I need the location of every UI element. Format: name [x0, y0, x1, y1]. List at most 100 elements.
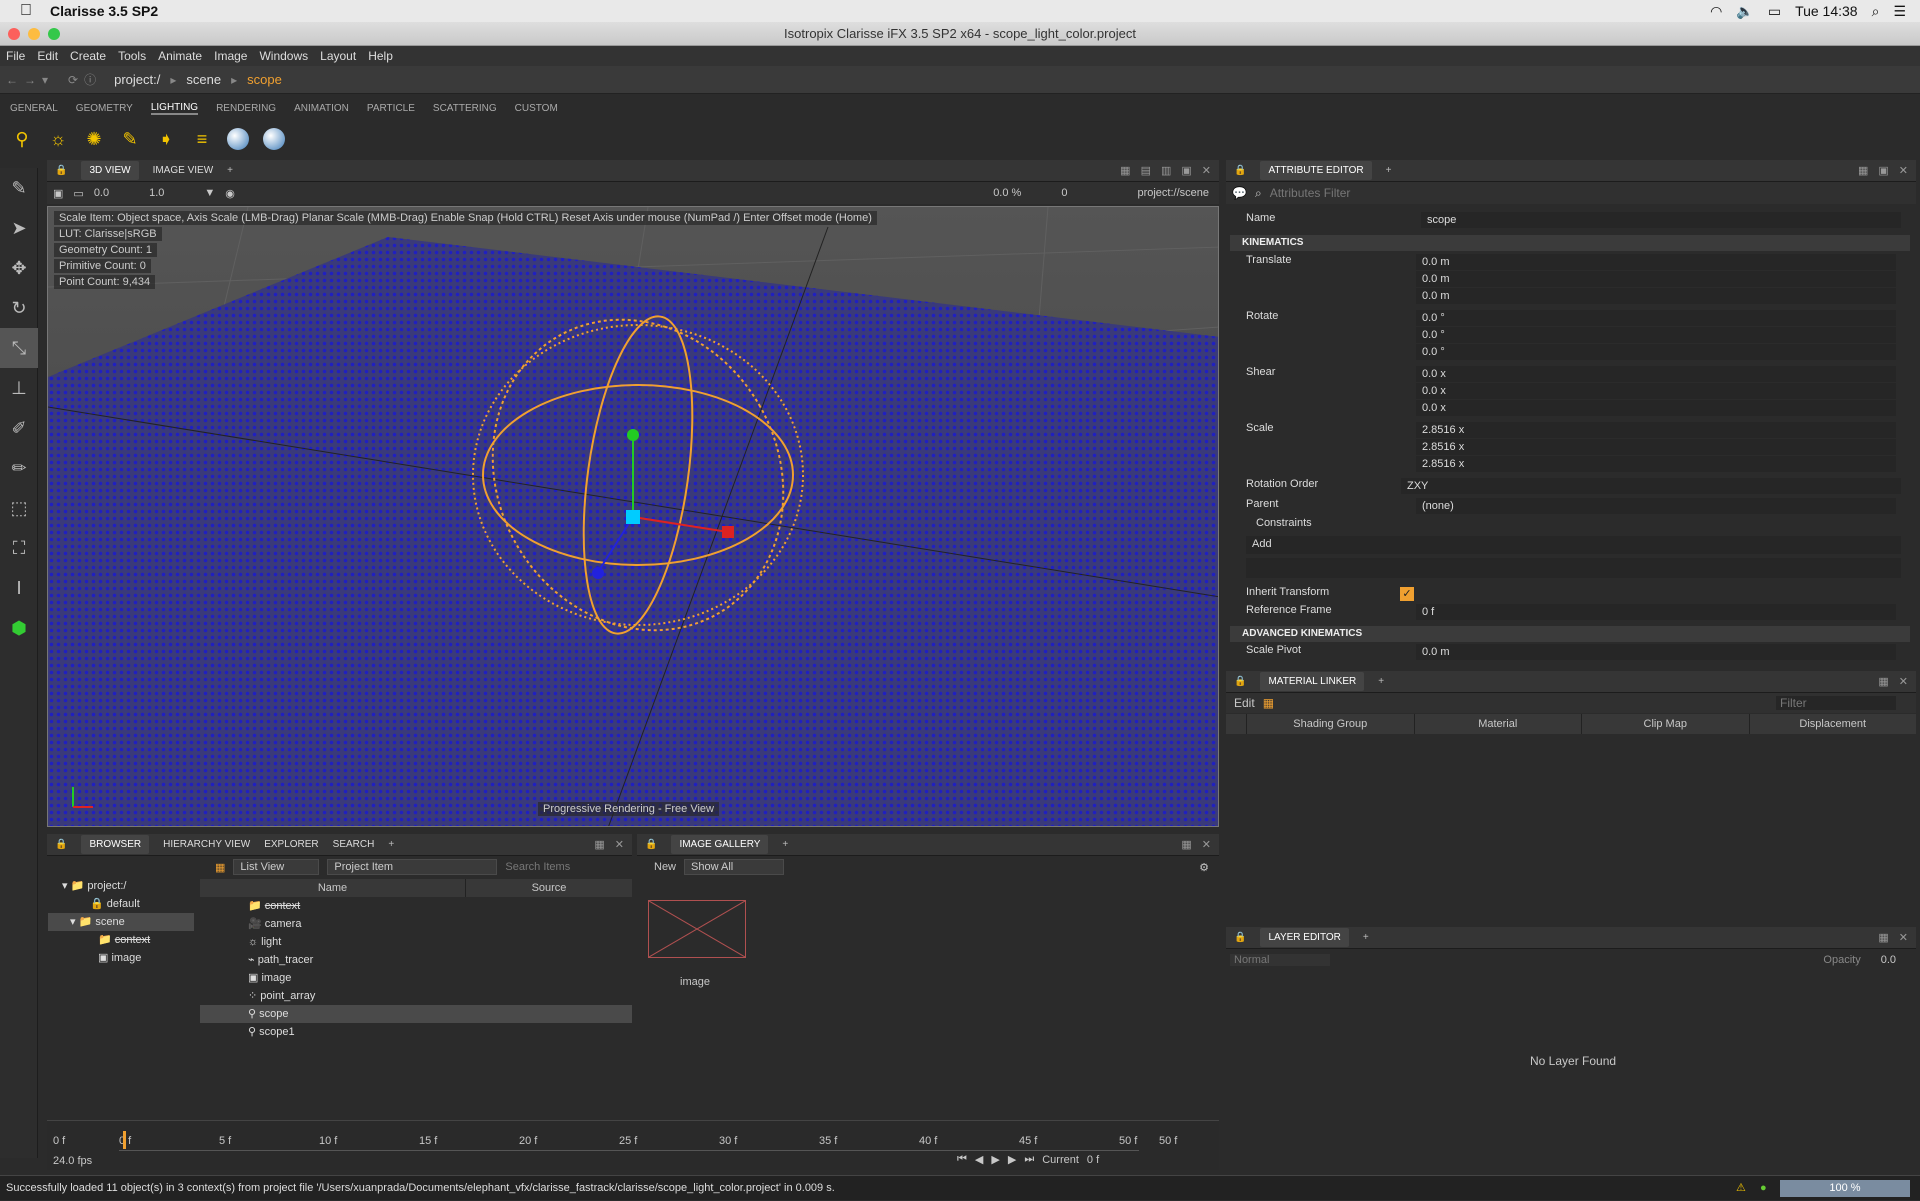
layout-grid-icon[interactable]: ▦	[1181, 838, 1191, 851]
tab-search[interactable]: SEARCH	[333, 839, 375, 850]
timeline[interactable]: 0 f 50 f 0 f 5 f 10 f 15 f 20 f 25 f 30 …	[47, 1120, 1219, 1170]
spot-icon[interactable]: ✎	[118, 127, 142, 151]
apple-icon[interactable]: 	[20, 2, 32, 20]
lock-icon[interactable]: 🔒	[1234, 165, 1246, 176]
shelf-tab-custom[interactable]: CUSTOM	[515, 103, 558, 114]
view-mode-select[interactable]: List View	[233, 859, 320, 875]
close-panel-icon[interactable]: ✕	[1202, 838, 1211, 851]
tree-item-context[interactable]: 📁 context	[48, 931, 194, 949]
timeline-ruler[interactable]: 0 f 5 f 10 f 15 f 20 f 25 f 30 f 35 f 40…	[119, 1129, 1139, 1151]
timeline-start[interactable]: 0 f	[53, 1135, 65, 1147]
menu-create[interactable]: Create	[70, 49, 106, 63]
col-source[interactable]: Source	[465, 879, 632, 897]
crumb-scene[interactable]: scene	[182, 72, 225, 87]
search-icon[interactable]: ⌕	[1872, 3, 1880, 20]
near-value[interactable]: 0.0	[94, 187, 109, 199]
constraints-add[interactable]: Add	[1246, 536, 1901, 554]
current-frame[interactable]: 0 f	[1087, 1154, 1099, 1166]
back-icon[interactable]: ←	[6, 73, 18, 87]
col-displacement[interactable]: Displacement	[1748, 714, 1917, 734]
item-filter-select[interactable]: Project Item	[327, 859, 498, 875]
tab-explorer[interactable]: EXPLORER	[264, 839, 318, 850]
info-icon[interactable]: ⓘ	[84, 71, 96, 88]
gallery-thumbnail[interactable]	[648, 900, 746, 958]
close-window-button[interactable]	[8, 28, 20, 40]
scale-icon[interactable]: ⤡	[0, 328, 38, 368]
camera-menu-icon[interactable]: ▣	[53, 187, 63, 200]
tab-hierarchy[interactable]: HIERARCHY VIEW	[163, 839, 250, 850]
forward-icon[interactable]: →	[24, 73, 36, 87]
constraints-list[interactable]	[1246, 558, 1901, 578]
shelf-tab-animation[interactable]: ANIMATION	[294, 103, 349, 114]
stamp-icon[interactable]: ⊥	[0, 368, 38, 408]
tree-item-scene[interactable]: ▾ 📁 scene	[48, 913, 194, 931]
close-panel-icon[interactable]: ✕	[1899, 931, 1908, 944]
shear-z[interactable]: 0.0 x	[1416, 400, 1896, 416]
shelf-tab-rendering[interactable]: RENDERING	[216, 103, 276, 114]
kinematics-section[interactable]: KINEMATICS	[1230, 235, 1910, 251]
gallery-new-button[interactable]: New	[654, 861, 676, 873]
col-material[interactable]: Material	[1413, 714, 1582, 734]
directional-icon[interactable]: ➧	[154, 127, 178, 151]
tree-item-default[interactable]: 🔒 default	[48, 895, 194, 913]
paint-icon[interactable]: ✐	[0, 408, 38, 448]
comment-icon[interactable]: 💬	[1232, 186, 1247, 200]
menu-help[interactable]: Help	[368, 49, 393, 63]
gallery-title[interactable]: IMAGE GALLERY	[671, 835, 769, 854]
browser-search-input[interactable]: Search Items	[505, 861, 570, 873]
translate-x[interactable]: 0.0 m	[1416, 254, 1896, 270]
3d-viewport[interactable]: Scale Item: Object space, Axis Scale (LM…	[47, 206, 1219, 827]
material-view-icon[interactable]: ▦	[1263, 696, 1274, 710]
rotate-z[interactable]: 0.0 °	[1416, 344, 1896, 360]
view-toggle-icon[interactable]: ▦	[215, 861, 225, 874]
shelf-tab-lighting[interactable]: LIGHTING	[150, 102, 199, 115]
layout-grid-icon[interactable]: ▦	[594, 838, 604, 851]
history-dropdown-icon[interactable]: ▾	[42, 73, 48, 87]
app-name[interactable]: Clarisse 3.5 SP2	[50, 3, 158, 19]
col-name[interactable]: Name	[200, 879, 465, 897]
context-path[interactable]: project://scene	[1137, 187, 1209, 199]
lock-icon[interactable]: 🔒	[1234, 932, 1246, 943]
attribute-filter-input[interactable]: Attributes Filter	[1270, 186, 1351, 200]
frame-icon[interactable]: ⛶	[0, 528, 38, 568]
add-tab-icon[interactable]: +	[1363, 932, 1369, 943]
list-item[interactable]: ⁘ point_array	[200, 987, 632, 1005]
tree-item-image[interactable]: ▣ image	[48, 949, 194, 967]
move-icon[interactable]: ✥	[0, 248, 38, 288]
shear-y[interactable]: 0.0 x	[1416, 383, 1896, 399]
scale-z[interactable]: 2.8516 x	[1416, 456, 1896, 472]
menu-windows[interactable]: Windows	[259, 49, 308, 63]
sphere-light-icon[interactable]	[226, 127, 250, 151]
add-tab-icon[interactable]: +	[1378, 676, 1384, 687]
menu-file[interactable]: File	[6, 49, 25, 63]
status-ok-icon[interactable]: ●	[1760, 1176, 1767, 1201]
list-item[interactable]: ⚲ scope	[200, 1005, 632, 1023]
menu-edit[interactable]: Edit	[37, 49, 58, 63]
prev-key-icon[interactable]: ◀	[975, 1153, 983, 1166]
scale-value[interactable]: 1.0	[149, 187, 164, 199]
bulb-icon[interactable]: ✺	[82, 127, 106, 151]
layout-grid-icon[interactable]: ▦	[1878, 675, 1888, 688]
add-tab-icon[interactable]: +	[388, 839, 394, 850]
frame-value[interactable]: 0	[1061, 187, 1067, 199]
close-panel-icon[interactable]: ✕	[1899, 164, 1908, 177]
shelf-tab-general[interactable]: GENERAL	[10, 103, 58, 114]
col-clip-map[interactable]: Clip Map	[1581, 714, 1749, 734]
translate-y[interactable]: 0.0 m	[1416, 271, 1896, 287]
gallery-settings-icon[interactable]: ⚙	[1199, 861, 1209, 874]
material-edit-button[interactable]: Edit	[1234, 696, 1255, 710]
rotate-x[interactable]: 0.0 °	[1416, 310, 1896, 326]
wifi-icon[interactable]: ◠	[1710, 3, 1722, 20]
close-panel-icon[interactable]: ✕	[615, 838, 624, 851]
close-panel-icon[interactable]: ✕	[1899, 675, 1908, 688]
clock[interactable]: Tue 14:38	[1795, 3, 1858, 19]
scale-pivot-field[interactable]: 0.0 m	[1416, 644, 1896, 660]
list-item[interactable]: 🎥 camera	[200, 915, 632, 933]
attribute-editor-title[interactable]: ATTRIBUTE EDITOR	[1260, 161, 1372, 180]
gallery-show-select[interactable]: Show All	[684, 859, 785, 875]
reference-frame-field[interactable]: 0 f	[1416, 604, 1896, 620]
layout-grid-icon[interactable]: ▦	[1878, 931, 1888, 944]
layout-grid-icon[interactable]: ▦	[1120, 164, 1130, 177]
layout-h-icon[interactable]: ▤	[1141, 164, 1151, 177]
add-light-icon[interactable]: ⚲	[10, 127, 34, 151]
